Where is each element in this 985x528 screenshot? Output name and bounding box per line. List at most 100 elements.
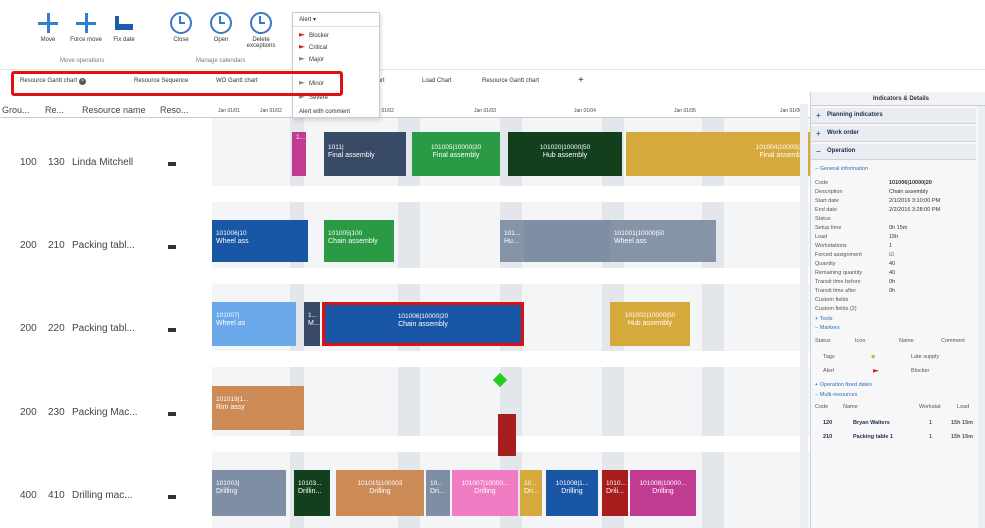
alert-item-critical[interactable]: Critical	[299, 43, 327, 53]
clock-icon	[210, 12, 232, 34]
operation-bar[interactable]: 101001|10000|50 Wheel ass	[610, 220, 716, 262]
resource-type-icon	[168, 412, 176, 416]
operation-bar[interactable]: 101... Hu...	[500, 220, 524, 262]
fixed-dates-header[interactable]: + Operation fixed dates	[815, 382, 975, 390]
operation-bar[interactable]: 101002|10000|50 Hub assembly	[610, 302, 690, 346]
flag-icon	[299, 33, 305, 37]
operation-bar[interactable]: 101008|1... Drilling	[546, 470, 598, 516]
multi-resources-header[interactable]: − Multi-resources	[815, 392, 975, 400]
tab-resource-gantt-2[interactable]: Resource Gantt chart	[482, 78, 539, 84]
add-tab-button[interactable]: +	[578, 75, 584, 86]
operation-bar[interactable]: 101019|1... Rim assy	[212, 386, 304, 430]
field-row: Forced assignment ☑	[815, 252, 894, 258]
col-resource-name[interactable]: Resource name	[82, 105, 146, 115]
operation-bar[interactable]: 1011| Final assembly	[324, 132, 406, 176]
date-tick: Jan 01/01	[218, 108, 240, 114]
tag-icon: ◆	[871, 354, 876, 360]
operation-bar[interactable]: 101008|10000... Drilling	[630, 470, 696, 516]
gantt-vertical-scrollbar[interactable]	[800, 104, 808, 528]
field-row: Transit time after 0h	[815, 288, 896, 294]
alert-item-blocker[interactable]: Blocker	[299, 31, 329, 41]
operation-bar[interactable]: 1010... Drili...	[602, 470, 628, 516]
resource-row[interactable]: 100 130 Linda Mitchell	[0, 130, 210, 190]
flag-icon	[299, 57, 305, 61]
section-operation[interactable]: − Operation	[811, 144, 976, 160]
operation-bar[interactable]: 101007|10000... Drilling	[452, 470, 518, 516]
operation-bar[interactable]: 101015|100003 Drilling	[336, 470, 424, 516]
move-icon	[37, 12, 59, 34]
tools-header[interactable]: + Tools	[815, 316, 975, 324]
markers-table-header: Status Icon Name Comment	[815, 338, 965, 344]
alert-dropdown-header[interactable]: Alert ▾	[293, 13, 379, 27]
date-tick: Jan 01/06	[780, 108, 802, 114]
clock-icon	[250, 12, 272, 34]
date-tick: Jan 01/02	[260, 108, 282, 114]
resource-row[interactable]: 200 210 Packing tabl...	[0, 213, 210, 273]
fix-date-button[interactable]: Fix date	[106, 12, 142, 43]
operation-bar[interactable]	[498, 414, 516, 456]
close-calendar-button[interactable]: Close	[163, 12, 199, 43]
resource-row[interactable]: 400 410 Drilling mac...	[0, 463, 210, 523]
field-row: Transit time before 0h	[815, 279, 896, 285]
operation-bar[interactable]: 1... M...	[304, 302, 320, 346]
resource-row[interactable]: 200 220 Packing tabl...	[0, 296, 210, 356]
tabs-highlight	[11, 71, 343, 96]
alert-item-with-comment[interactable]: Alert with comment	[299, 107, 350, 117]
resource-row[interactable]: 200 230 Packing Mac...	[0, 380, 210, 440]
operation-bar[interactable]	[524, 220, 610, 262]
tab-load-chart[interactable]: Load Chart	[422, 78, 452, 84]
gantt-chart[interactable]: 1... 1011| Final assembly 101005|10000|30…	[212, 118, 810, 528]
operation-bar[interactable]: 101020|10000|50 Hub assembly	[508, 132, 622, 176]
panel-vertical-scrollbar[interactable]	[978, 106, 985, 528]
operation-bar[interactable]: 10... Dri...	[520, 470, 542, 516]
resource-type-icon	[168, 495, 176, 499]
force-move-icon	[75, 12, 97, 34]
section-work-order[interactable]: + Work order	[811, 126, 976, 142]
section-planning-indicators[interactable]: + Planning indicators	[811, 108, 976, 124]
alert-dropdown: Alert ▾ Blocker Critical Major Minor Sev…	[292, 12, 380, 118]
operation-bar[interactable]: 101006|10 Wheel ass	[212, 220, 308, 262]
field-row: Custom fields	[815, 297, 849, 303]
operation-bar[interactable]: 101005|100 Chain assembly	[324, 220, 394, 262]
flag-icon	[299, 45, 305, 49]
open-calendar-button[interactable]: Open	[203, 12, 239, 43]
field-row: Start date 2/1/2016 3:10:00 PM	[815, 198, 941, 204]
field-row: Workstations 1	[815, 243, 893, 249]
marker-row[interactable]: Tags ◆ Late supply	[815, 354, 975, 362]
forced-assignment-checkbox[interactable]: ☑	[889, 252, 894, 258]
col-resource[interactable]: Re...	[45, 105, 64, 115]
operation-bar[interactable]: 101005|10000|30 Final assembly	[412, 132, 500, 176]
force-move-button[interactable]: Force move	[68, 12, 104, 43]
field-row: Setup time 0h 15m	[815, 225, 908, 231]
date-tick: Jan 01/05	[674, 108, 696, 114]
resource-table-row[interactable]: 120 Bryan Walters 1 15h 15m	[815, 420, 975, 428]
field-row: Description Chain assembly	[815, 189, 929, 195]
operation-bar[interactable]: 1...	[292, 132, 306, 176]
move-button[interactable]: Move	[30, 12, 66, 43]
resource-table-row[interactable]: 210 Packing table 1 1 15h 15m	[815, 434, 975, 442]
expand-icon: +	[816, 129, 821, 138]
col-reso[interactable]: Reso...	[160, 105, 189, 115]
resource-type-icon	[168, 328, 176, 332]
collapse-icon: −	[816, 147, 821, 156]
col-group[interactable]: Grou...	[2, 105, 30, 115]
resources-table-header: Code Name Workstat Load	[815, 404, 970, 410]
marker-row[interactable]: Alert Blocker	[815, 368, 975, 376]
clock-icon	[170, 12, 192, 34]
markers-header[interactable]: − Markers	[815, 325, 975, 333]
operation-bar[interactable]: 101003| Drilling	[212, 470, 286, 516]
operation-bar[interactable]: 101007| Wheel as	[212, 302, 296, 346]
indicators-details-panel: Indicators & Details + Planning indicator…	[810, 92, 985, 528]
field-row: End date 2/2/2016 3:28:00 PM	[815, 207, 941, 213]
operation-bar[interactable]: 101004|10000|30 Final assembly	[626, 132, 810, 176]
alert-item-major[interactable]: Major	[299, 55, 324, 65]
general-information-header[interactable]: − General information	[815, 166, 975, 174]
field-row: Custom fields (2)	[815, 306, 857, 312]
field-row: Load 15h	[815, 234, 899, 240]
operation-bar[interactable]: 10103... Drillin...	[294, 470, 330, 516]
date-tick: Jan 01/04	[574, 108, 596, 114]
selected-operation-bar[interactable]: 101006|10000|20 Chain assembly	[322, 302, 524, 346]
field-row: Quantity 40	[815, 261, 896, 267]
operation-bar[interactable]: 10... Dri...	[426, 470, 450, 516]
delete-exceptions-button[interactable]: Delete exceptions	[243, 12, 279, 49]
